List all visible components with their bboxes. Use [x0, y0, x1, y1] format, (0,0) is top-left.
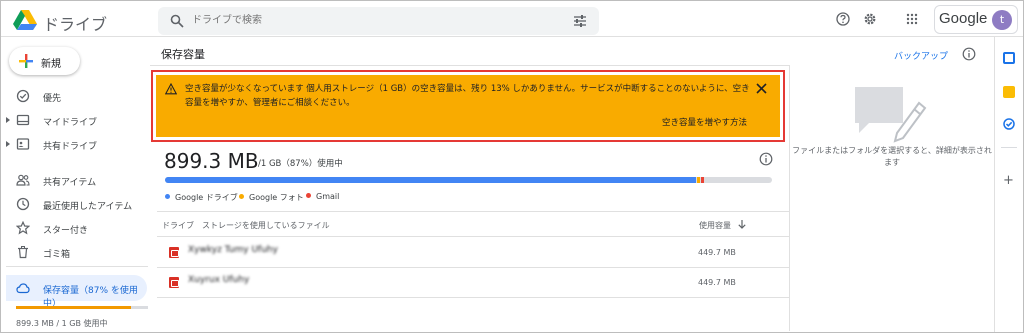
legend-label: Google ドライブ [175, 193, 238, 202]
account-switcher[interactable]: Google t [934, 5, 1018, 34]
details-placeholder-icon [855, 87, 927, 143]
warning-icon [165, 83, 177, 95]
legend-gmail: Gmail [306, 192, 339, 201]
file-name[interactable]: Xywkyz Tumy Ufuhy [188, 245, 278, 255]
sidebar-storage-usage: 899.3 MB / 1 GB 使用中 [16, 319, 108, 328]
sidebar-item-starred[interactable]: スター付き [0, 217, 148, 239]
details-empty-message: ファイルまたはフォルダを選択すると、詳細が表示されます [792, 146, 992, 167]
sidebar-item-my-drive[interactable]: マイドライブ [0, 109, 148, 131]
star-icon [16, 221, 30, 235]
column-header-drive: ドライブ [162, 221, 194, 230]
storage-used-amount: 899.3 MB [164, 149, 259, 173]
search-bar[interactable] [158, 7, 599, 35]
drive-logo-icon[interactable] [13, 10, 37, 30]
details-panel-divider [789, 66, 790, 331]
table-row[interactable]: Xywkyz Tumy Ufuhy 449.7 MB [157, 238, 789, 267]
search-input[interactable] [192, 7, 552, 35]
sidebar-item-label: 最近使用したアイテム [43, 202, 133, 212]
app-name[interactable]: ドライブ [43, 11, 107, 35]
legend-dot [165, 194, 170, 199]
legend-dot [306, 193, 311, 198]
trash-icon [18, 246, 28, 259]
shared-drives-icon [16, 138, 30, 150]
clock-icon [16, 197, 30, 211]
keep-icon[interactable] [1003, 86, 1015, 98]
file-size: 449.7 MB [698, 278, 736, 287]
table-header-divider [157, 236, 789, 237]
file-size: 449.7 MB [698, 248, 736, 257]
avatar[interactable]: t [992, 10, 1012, 30]
check-circle-icon [16, 89, 30, 103]
legend-label: Gmail [316, 192, 340, 201]
side-panel-separator [1001, 147, 1017, 148]
sidebar-storage-bar [16, 306, 148, 309]
tasks-icon[interactable] [1003, 118, 1015, 130]
sidebar-item-label: 共有ドライブ [43, 142, 98, 152]
table-row[interactable]: Xuyrux Ufuhy 449.7 MB [157, 268, 789, 297]
search-icon[interactable] [170, 14, 184, 28]
sidebar-item-priority[interactable]: 優先 [0, 85, 148, 107]
page-title: 保存容量 [161, 48, 205, 61]
storage-usage-bar [165, 177, 772, 183]
backup-link[interactable]: バックアップ [894, 49, 948, 62]
sidebar-item-label: 優先 [43, 94, 62, 104]
info-icon[interactable] [962, 47, 976, 61]
column-header-files: ストレージを使用しているファイル [202, 221, 330, 230]
presentation-file-icon [169, 247, 179, 258]
new-button-label: 新規 [41, 59, 61, 70]
legend-photos: Google フォト [239, 192, 304, 203]
plus-icon [19, 54, 33, 68]
new-button[interactable]: 新規 [9, 47, 80, 75]
presentation-file-icon [169, 277, 179, 288]
people-icon [16, 174, 30, 186]
sidebar-item-trash[interactable]: ゴミ箱 [0, 241, 148, 263]
calendar-icon[interactable] [1003, 52, 1015, 64]
storage-used-detail: /1 GB（87%）使用中 [258, 159, 343, 169]
expand-caret-icon[interactable] [6, 141, 10, 147]
sidebar-item-label: スター付き [43, 226, 89, 236]
sort-descending-icon[interactable] [737, 219, 747, 229]
my-drive-icon [16, 114, 30, 126]
storage-warning-message: 空き容量が少なくなっています 個人用ストレージ（1 GB）の空き容量は、残り 1… [185, 84, 750, 108]
sidebar-item-shared-drives[interactable]: 共有ドライブ [0, 133, 148, 155]
column-header-size[interactable]: 使用容量 [699, 220, 731, 231]
expand-caret-icon[interactable] [6, 117, 10, 123]
settings-gear-icon[interactable] [863, 12, 877, 26]
sidebar-divider [6, 266, 148, 267]
help-icon[interactable] [836, 12, 850, 26]
free-up-space-link[interactable]: 空き容量を増やす方法 [662, 116, 747, 128]
usage-segment [165, 177, 696, 183]
top-bar: ドライブ Google t [1, 1, 1023, 37]
sidebar-item-label: マイドライブ [43, 118, 98, 128]
legend-label: Google フォト [249, 193, 304, 202]
usage-segment [697, 177, 700, 183]
usage-segment [701, 177, 704, 183]
cloud-icon [16, 283, 30, 294]
google-wordmark: Google [939, 10, 988, 27]
storage-warning-banner: 空き容量が少なくなっています 個人用ストレージ（1 GB）の空き容量は、残り 1… [156, 75, 780, 137]
apps-grid-icon[interactable] [905, 12, 919, 26]
sidebar-item-label: 共有アイテム [43, 178, 97, 188]
side-panel-divider [994, 37, 995, 332]
add-addon-icon[interactable]: + [1003, 173, 1014, 188]
file-name[interactable]: Xuyrux Ufuhy [188, 275, 249, 285]
close-icon[interactable] [756, 83, 767, 94]
legend-drive: Google ドライブ [165, 192, 238, 203]
storage-info-icon[interactable] [759, 152, 773, 166]
search-options-icon[interactable] [573, 14, 587, 28]
sidebar-item-recent[interactable]: 最近使用したアイテム [0, 193, 148, 215]
sidebar-storage-fill [16, 306, 131, 309]
sidebar-item-storage[interactable]: 保存容量（87% を使用中） [6, 275, 147, 309]
sidebar-item-shared-with-me[interactable]: 共有アイテム [0, 169, 148, 191]
sidebar-item-label: ゴミ箱 [43, 250, 71, 260]
header-divider [150, 65, 790, 66]
table-top-divider [157, 211, 789, 212]
row-divider [157, 297, 789, 298]
legend-dot [239, 194, 244, 199]
